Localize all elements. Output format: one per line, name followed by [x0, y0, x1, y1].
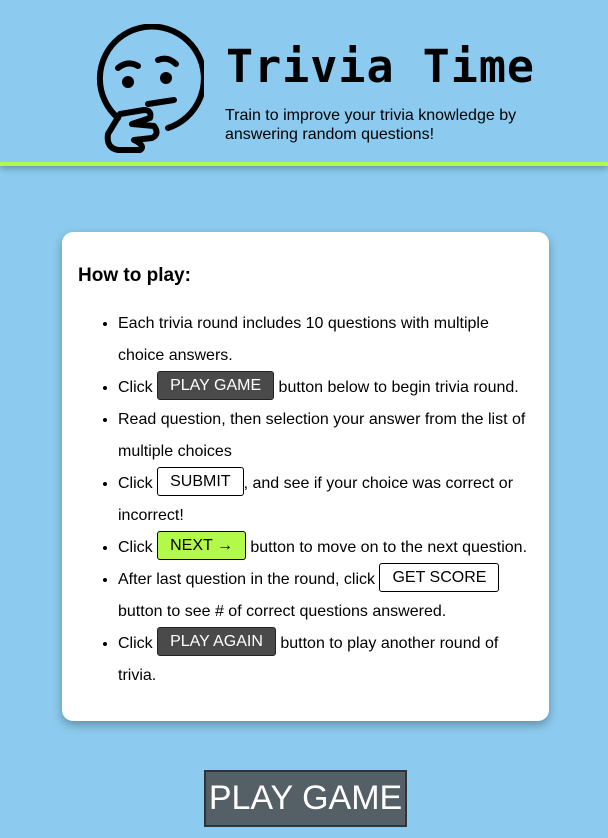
play-game-label-chip: PLAY GAME: [157, 371, 275, 401]
instruction-item: Click PLAY AGAIN button to play another …: [118, 627, 533, 692]
instruction-text: Click: [118, 539, 158, 556]
instruction-text: After last question in the round, click: [118, 571, 380, 588]
play-game-button[interactable]: PLAY GAME: [204, 770, 407, 827]
instruction-text: Click: [118, 635, 158, 652]
instruction-text: Read question, then selection your answe…: [118, 411, 526, 460]
page-subtitle: Train to improve your trivia knowledge b…: [225, 107, 517, 143]
instruction-text: button below to begin trivia round.: [274, 379, 519, 396]
instruction-text: Each trivia round includes 10 questions …: [118, 315, 489, 364]
instructions-card: How to play: Each trivia round includes …: [62, 232, 549, 721]
instruction-item: Each trivia round includes 10 questions …: [118, 308, 533, 372]
next-label-chip: NEXT →: [157, 531, 246, 561]
instruction-item: Click NEXT → button to move on to the ne…: [118, 531, 533, 564]
instruction-text: Click: [118, 379, 158, 396]
play-again-label-chip: PLAY AGAIN: [157, 627, 276, 657]
page-title: Trivia Time: [226, 40, 536, 93]
instruction-item: Click SUBMIT, and see if your choice was…: [118, 467, 533, 532]
submit-label-chip: SUBMIT: [157, 467, 244, 497]
instructions-heading: How to play:: [78, 265, 191, 286]
get-score-label-chip: GET SCORE: [379, 563, 500, 593]
instruction-item: After last question in the round, click …: [118, 563, 533, 628]
instructions-list: Each trivia round includes 10 questions …: [78, 308, 533, 692]
instruction-item: Read question, then selection your answe…: [118, 404, 533, 468]
instruction-text: button to see # of correct questions ans…: [118, 603, 447, 620]
site-header: Trivia Time Train to improve your trivia…: [0, 0, 608, 166]
instruction-text: button to move on to the next question.: [245, 539, 528, 556]
instruction-text: Click: [118, 475, 158, 492]
thinking-face-icon: [96, 24, 204, 153]
instruction-item: Click PLAY GAME button below to begin tr…: [118, 371, 533, 404]
